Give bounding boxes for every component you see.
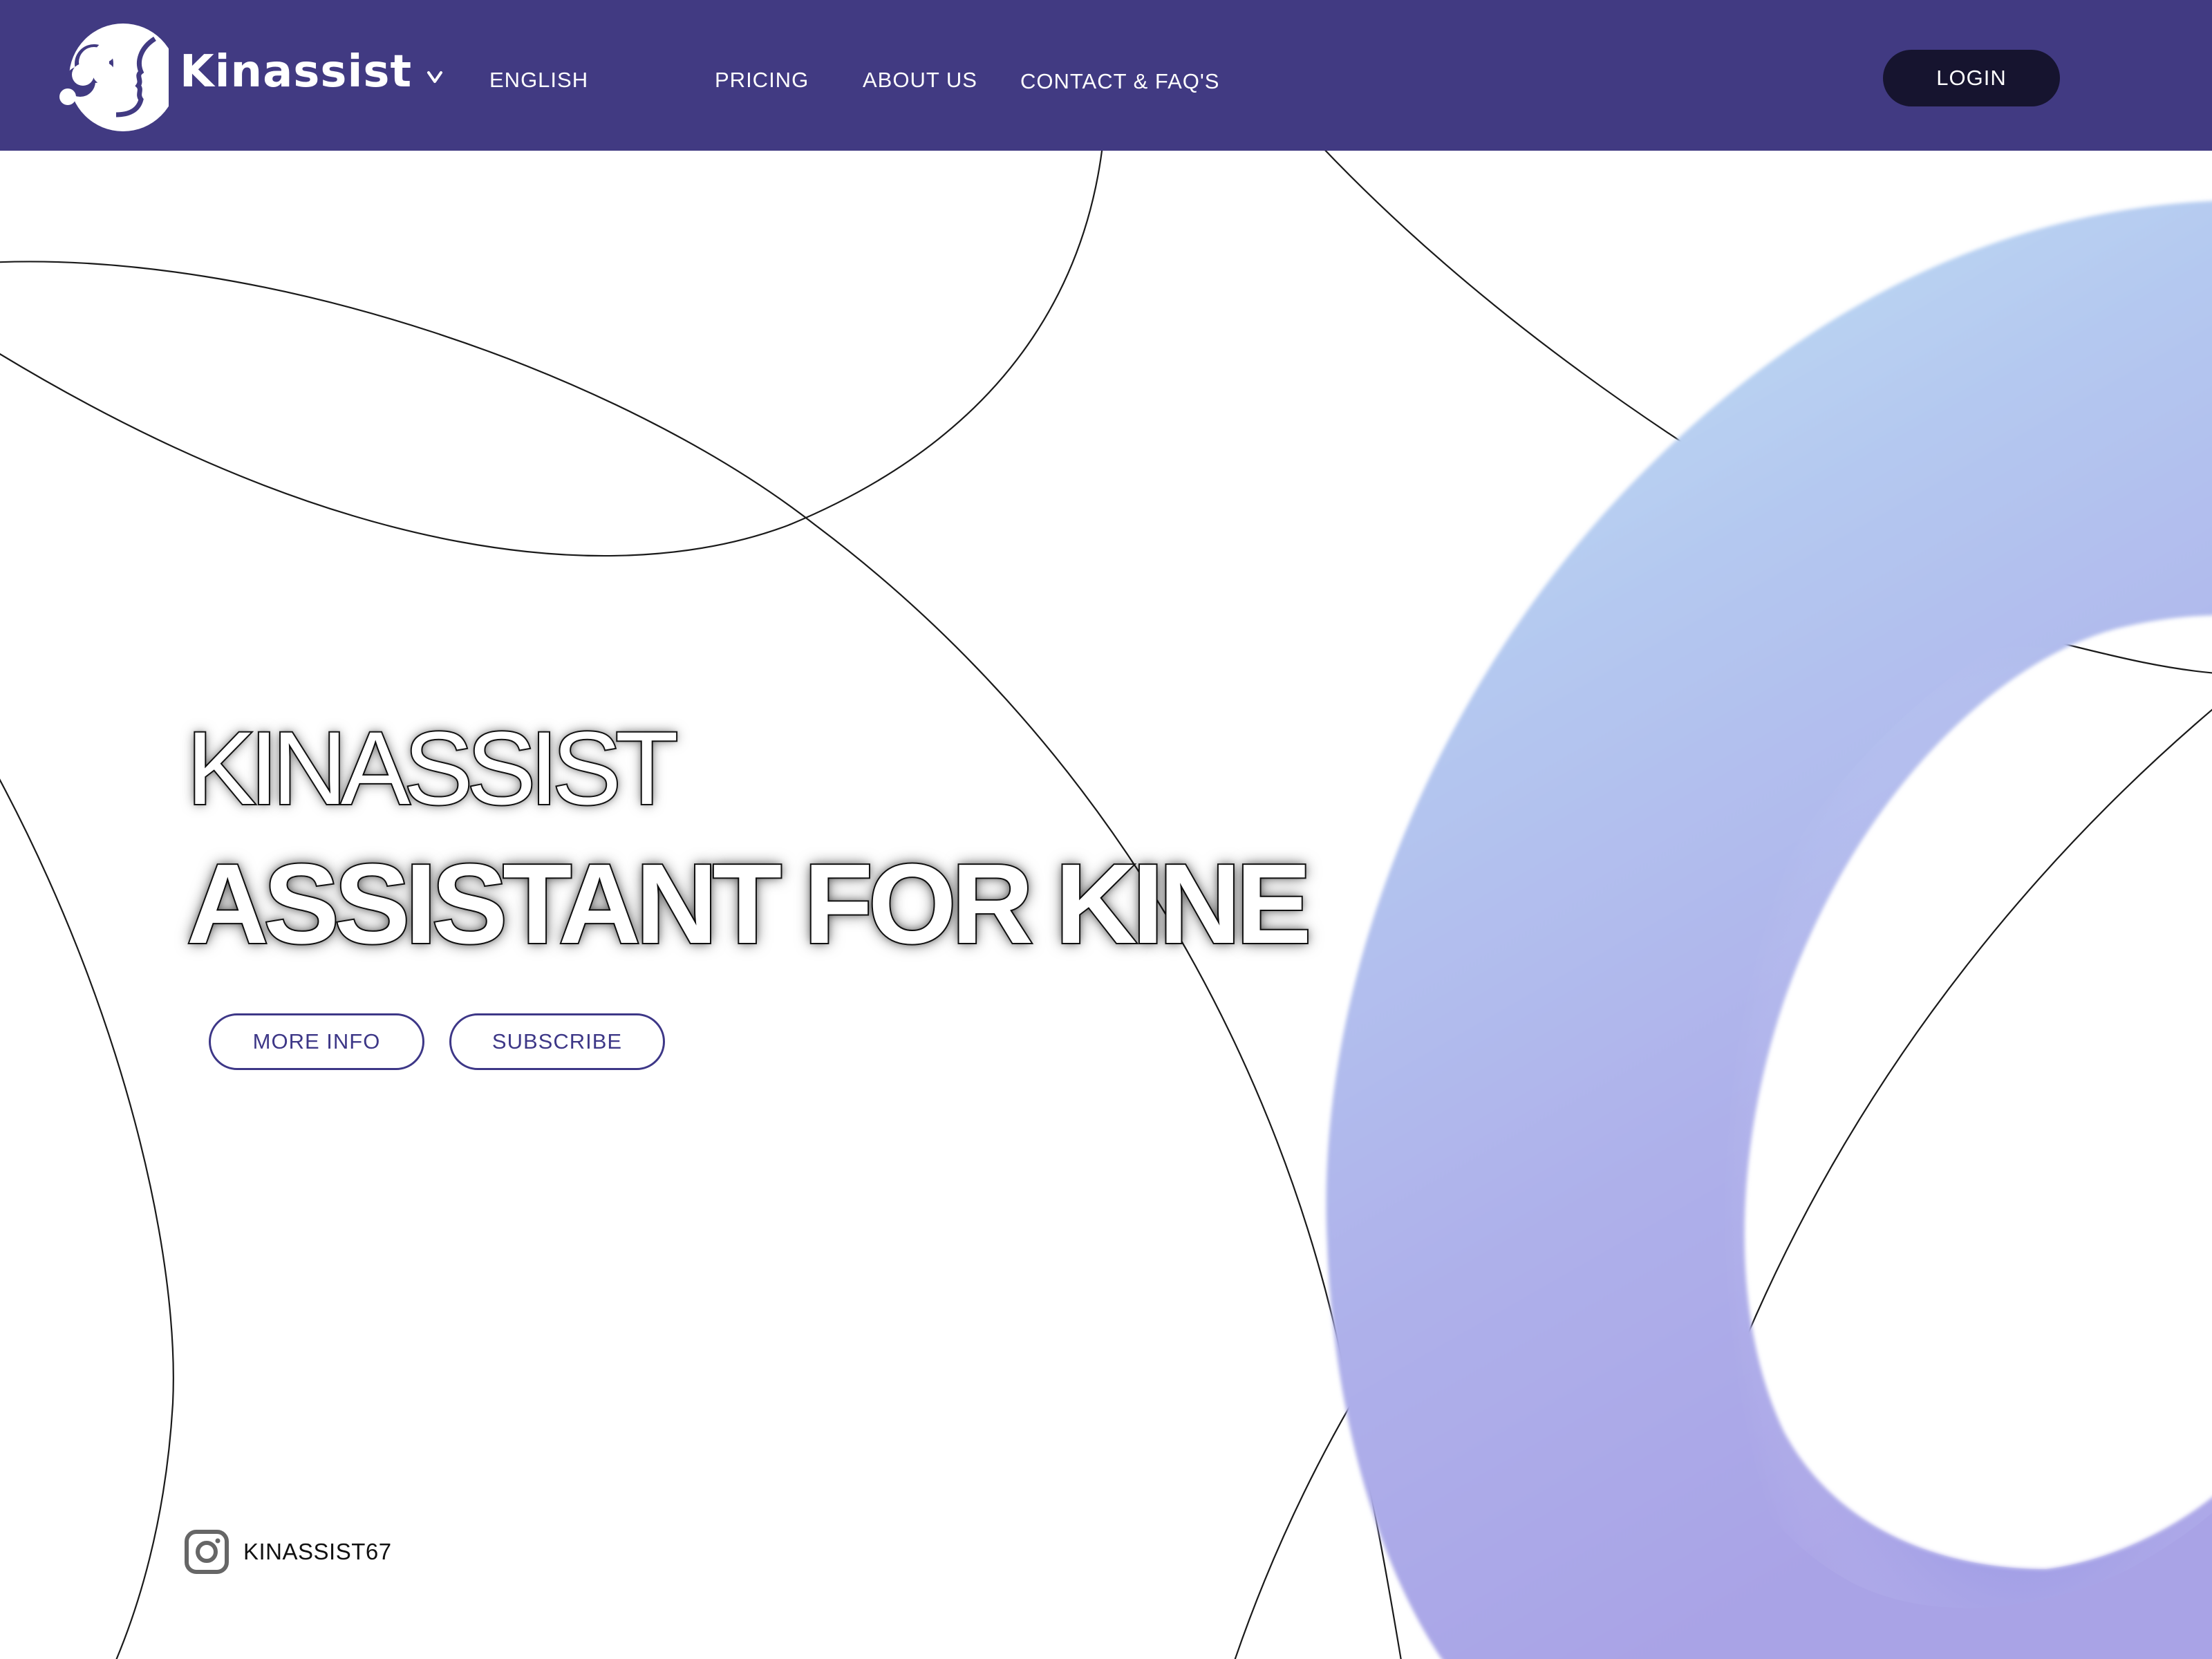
login-button[interactable]: LOGIN xyxy=(1883,50,2060,106)
nav-link-contact-faq[interactable]: CONTACT & FAQ'S xyxy=(1020,71,1219,92)
instagram-icon xyxy=(185,1530,229,1574)
brand-name[interactable]: Kinassist xyxy=(180,50,412,94)
more-info-button[interactable]: MORE INFO xyxy=(209,1013,424,1070)
nav-link-about-us[interactable]: ABOUT US xyxy=(863,69,977,91)
hero-eyebrow: KINASSIST xyxy=(185,710,680,826)
decorative-torus-shape xyxy=(1326,200,2212,1659)
instagram-handle: KINASSIST67 xyxy=(243,1539,392,1564)
hero-title: ASSISTANT FOR KINE xyxy=(185,841,1313,967)
nav-link-pricing[interactable]: PRICING xyxy=(715,69,809,91)
language-selector[interactable]: ENGLISH xyxy=(489,69,588,91)
top-navigation-bar: Kinassist ENGLISH PRICING ABOUT US CONTA… xyxy=(0,0,2212,151)
subscribe-button[interactable]: SUBSCRIBE xyxy=(449,1013,665,1070)
head-profile-logo-icon[interactable] xyxy=(51,18,169,135)
instagram-link[interactable]: KINASSIST67 xyxy=(184,1529,392,1575)
page: Kinassist ENGLISH PRICING ABOUT US CONTA… xyxy=(0,0,2212,1659)
chevron-down-icon[interactable] xyxy=(426,68,444,86)
